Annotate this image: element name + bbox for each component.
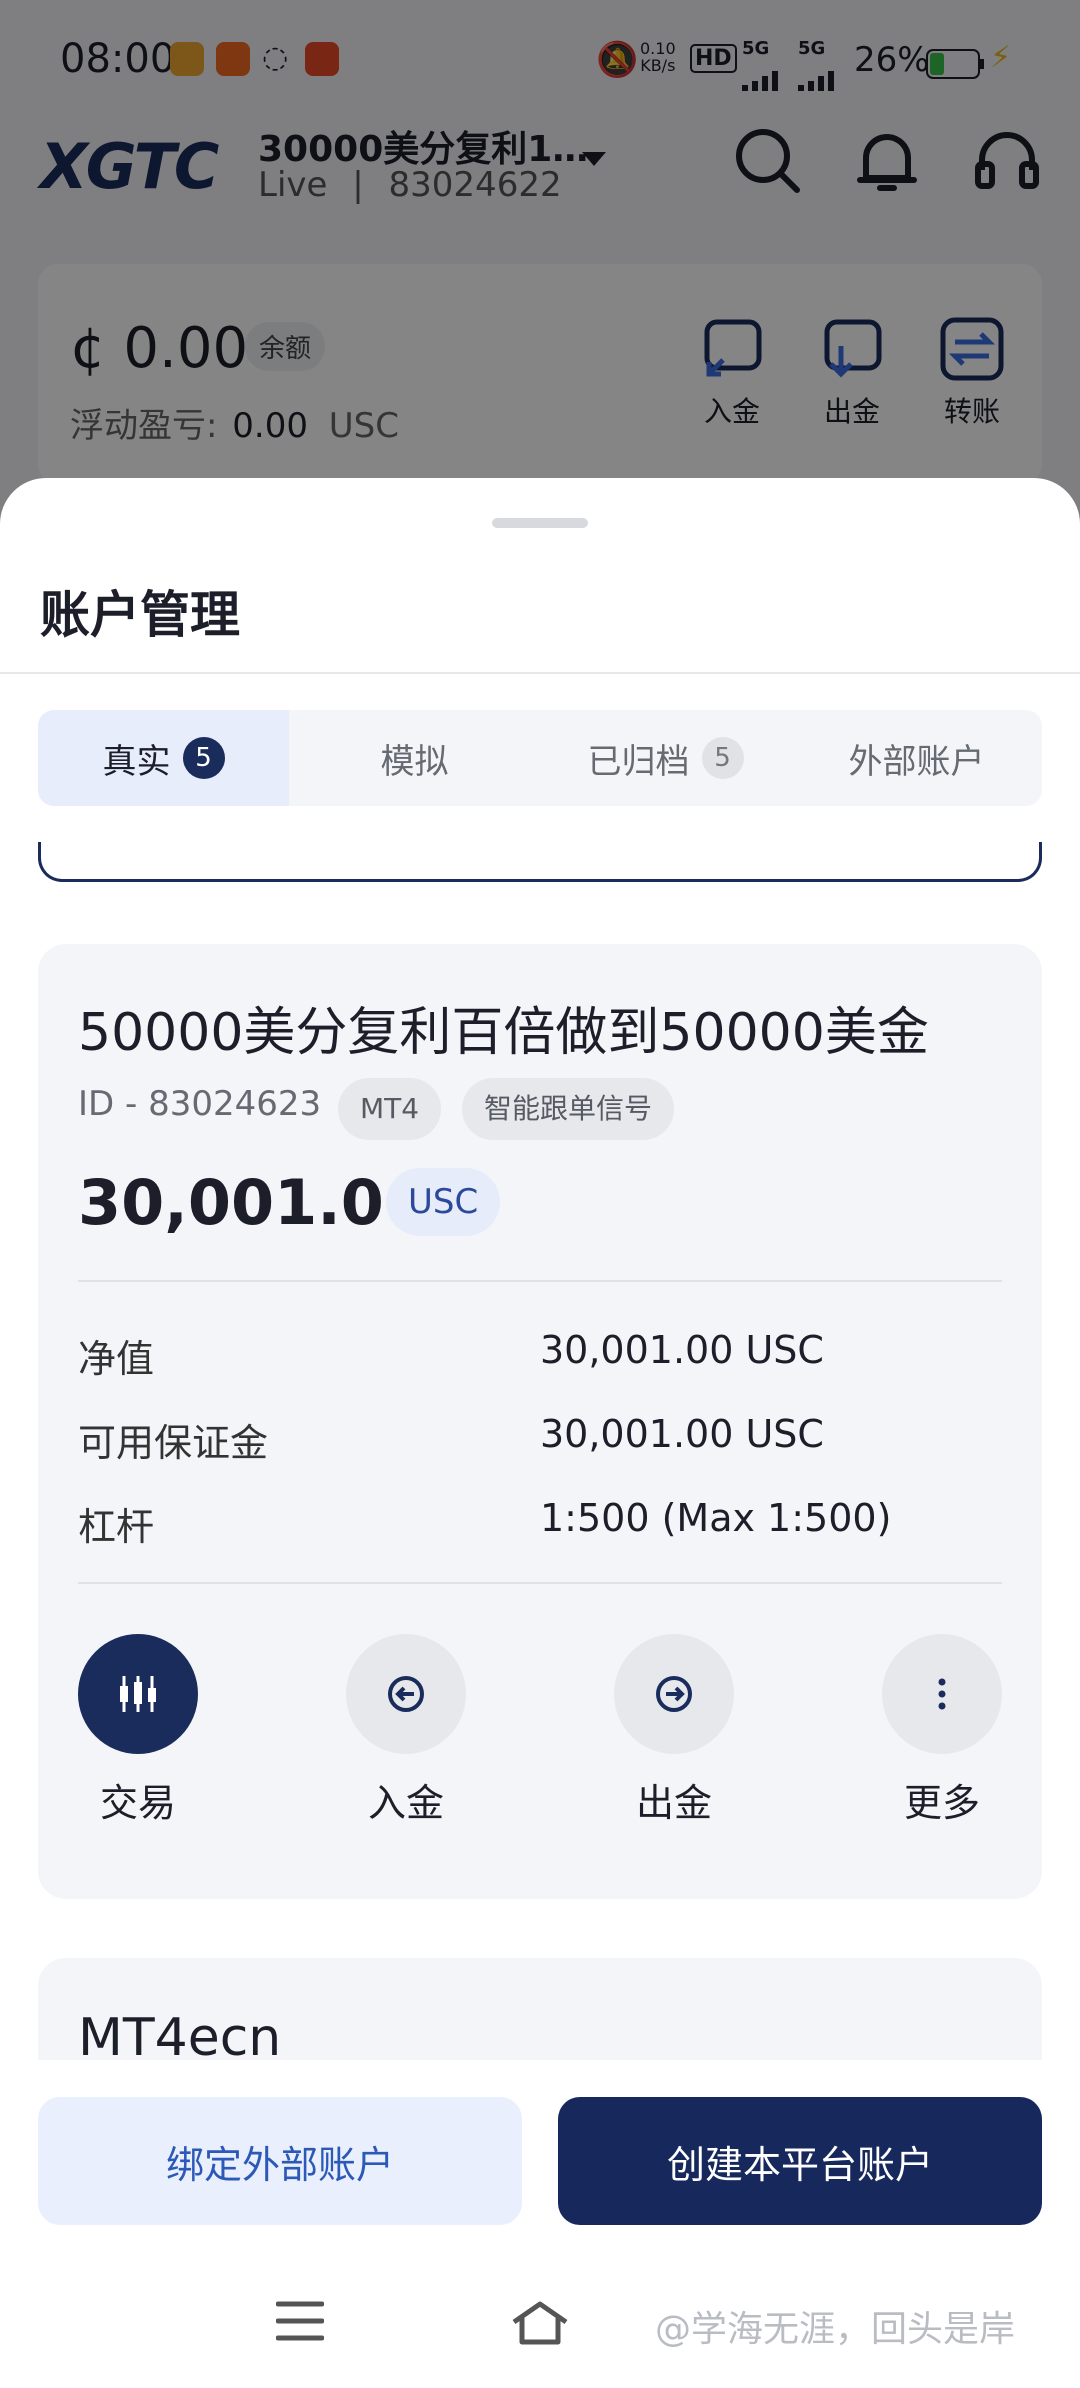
equity-label: 净值 — [78, 1337, 155, 1381]
tab-demo[interactable]: 模拟 — [289, 710, 540, 806]
sheet-drag-handle[interactable] — [492, 518, 588, 528]
more-button[interactable]: 更多 — [882, 1634, 1002, 1827]
account-balance: 30,001.00 — [78, 1166, 428, 1239]
equity-value: 30,001.00 USC — [540, 1328, 824, 1372]
leverage-value: 1:500 (Max 1:500) — [540, 1496, 892, 1540]
tab-archived-label: 已归档 — [587, 741, 690, 782]
create-account-button[interactable]: 创建本平台账户 — [558, 2097, 1042, 2225]
leverage-label: 杠杆 — [78, 1505, 155, 1549]
withdraw-icon — [614, 1634, 734, 1754]
free-margin-value: 30,001.00 USC — [540, 1412, 824, 1456]
signal-badge: 智能跟单信号 — [462, 1078, 675, 1140]
divider — [78, 1582, 1002, 1584]
tab-demo-label: 模拟 — [380, 741, 449, 782]
menu-nav-icon[interactable] — [275, 2300, 325, 2346]
account-type-tabs: 真实 5 模拟 已归档 5 外部账户 — [38, 710, 1042, 806]
currency-badge: USC — [386, 1168, 501, 1236]
deposit-icon — [346, 1634, 466, 1754]
tab-archived-count-badge: 5 — [701, 737, 744, 779]
free-margin-label: 可用保证金 — [78, 1421, 269, 1465]
home-nav-icon[interactable] — [510, 2300, 570, 2350]
trade-label: 交易 — [99, 1781, 176, 1825]
tab-archived[interactable]: 已归档 5 — [540, 710, 791, 806]
tab-external[interactable]: 外部账户 — [791, 710, 1042, 806]
candlestick-icon — [78, 1634, 198, 1754]
tab-real-label: 真实 — [102, 741, 171, 782]
trade-button[interactable]: 交易 — [78, 1634, 198, 1827]
tab-external-label: 外部账户 — [848, 741, 985, 782]
withdraw-label: 出金 — [635, 1781, 712, 1825]
deposit-button[interactable]: 入金 — [346, 1634, 466, 1827]
deposit-label: 入金 — [367, 1781, 444, 1825]
tab-real-count-badge: 5 — [182, 737, 225, 779]
more-label: 更多 — [903, 1781, 980, 1825]
withdraw-button[interactable]: 出金 — [614, 1634, 734, 1827]
sheet-title: 账户管理 — [40, 586, 240, 644]
account-name: 50000美分复利百倍做到50000美金 — [78, 1003, 929, 1063]
watermark: @学海无涯，回头是岸 — [655, 2309, 1016, 2350]
previous-account-card[interactable] — [38, 842, 1042, 882]
bind-external-account-button[interactable]: 绑定外部账户 — [38, 2097, 522, 2225]
tab-real[interactable]: 真实 5 — [38, 710, 289, 806]
divider — [78, 1280, 1002, 1282]
account-id: ID - 83024623 — [78, 1084, 322, 1124]
platform-badge: MT4 — [338, 1078, 442, 1140]
account-name: MT4ecn — [78, 2008, 282, 2068]
divider — [0, 672, 1080, 674]
more-vertical-icon — [882, 1634, 1002, 1754]
